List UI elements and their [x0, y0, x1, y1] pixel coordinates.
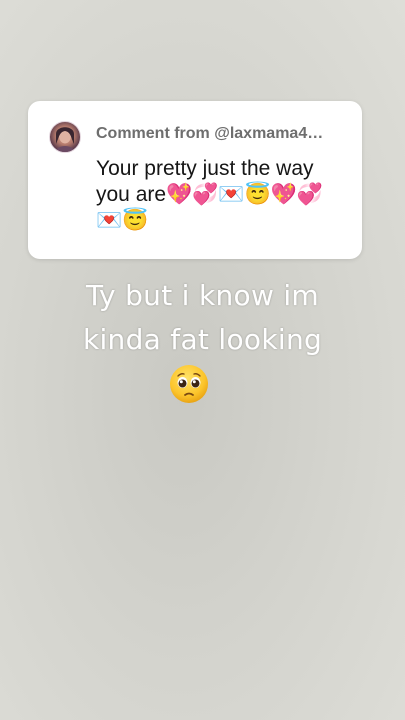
comment-author-header: Comment from @laxmama4… [96, 125, 324, 142]
pleading-face-icon [169, 364, 209, 404]
caption-line-2: kinda fat looking [82, 323, 323, 356]
avatar [49, 121, 81, 153]
comment-reply-card[interactable]: Comment from @laxmama4… Your pretty just… [28, 101, 362, 259]
comment-text: Your pretty just the way you are💖💞💌😇💖💞💌😇 [96, 157, 323, 232]
caption-line-1: Ty but i know im [85, 279, 320, 312]
video-caption: Ty but i know im kinda fat looking [0, 274, 405, 362]
